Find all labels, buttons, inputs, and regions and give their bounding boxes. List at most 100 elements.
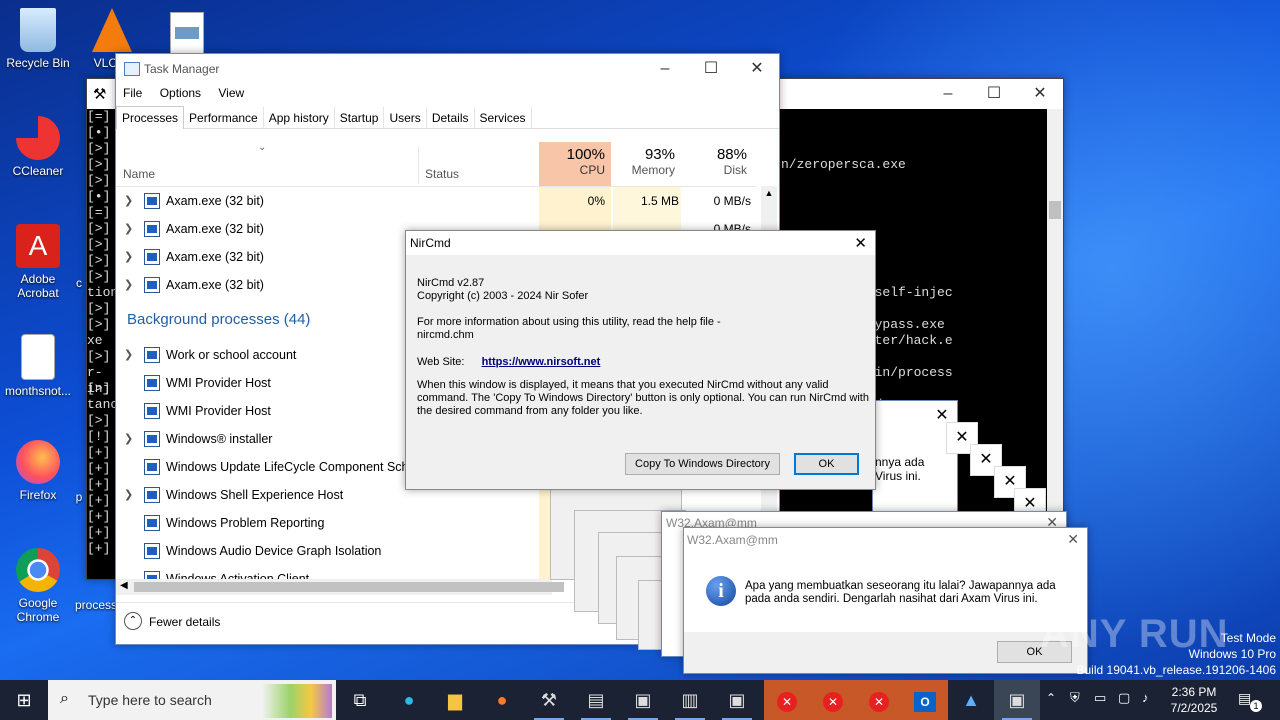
firefox-taskbar-icon[interactable]: ●	[479, 680, 525, 720]
desktop-icon-recycle-bin[interactable]: Recycle Bin	[0, 8, 76, 70]
tab-details[interactable]: Details	[427, 107, 475, 129]
hammer-taskbar-icon[interactable]: ⚒	[526, 680, 572, 720]
task-view-icon[interactable]: ⧉	[337, 680, 383, 720]
window-taskbar-icon[interactable]: ▣	[714, 680, 760, 720]
expand-chevron-icon[interactable]: ❯	[124, 243, 133, 271]
copy-to-windows-directory-button[interactable]: Copy To Windows Directory	[625, 453, 780, 475]
nircmd-taskbar-icon[interactable]: ▣	[994, 680, 1040, 720]
website-link[interactable]: https://www.nirsoft.net	[482, 356, 601, 368]
desktop-icon-google-chrome[interactable]: Google Chrome	[0, 548, 76, 624]
taskmgr-maximize-button[interactable]: ☐	[688, 54, 734, 84]
network-icon[interactable]: ▭	[1094, 690, 1106, 706]
close-icon[interactable]: ✕	[1067, 531, 1079, 548]
console-minimize-button[interactable]: –	[925, 79, 971, 109]
expand-chevron-icon[interactable]: ❯	[124, 425, 133, 453]
console-line: [!]	[87, 429, 111, 444]
console-scroll-thumb[interactable]	[1049, 201, 1061, 219]
expand-chevron-icon[interactable]: ❯	[124, 215, 133, 243]
notification-badge: 1	[1250, 700, 1262, 712]
column-name[interactable]: Name	[123, 167, 155, 181]
horizontal-scroll-thumb[interactable]	[134, 582, 564, 592]
console-maximize-button[interactable]: ☐	[971, 79, 1017, 109]
expand-chevron-icon[interactable]: ❯	[124, 481, 133, 509]
chevron-up-circle-icon[interactable]: ⌃	[124, 612, 142, 630]
column-status[interactable]: Status	[425, 167, 459, 181]
tab-processes[interactable]: Processes	[116, 106, 185, 129]
nircmd-dialog[interactable]: NirCmd ✕ NirCmd v2.87 Copyright (c) 2003…	[405, 230, 876, 490]
console-line: [>]	[87, 381, 111, 396]
console-line: [+]	[87, 493, 111, 508]
horizontal-scrollbar[interactable]: ◀	[116, 579, 564, 595]
sort-chevron-down-icon[interactable]: ⌄	[258, 142, 266, 153]
message-box-stack: nnya ada Virus ini. ✕	[872, 400, 958, 512]
cpu-cell: 0%	[587, 194, 605, 208]
menu-view[interactable]: View	[218, 86, 244, 100]
tab-startup[interactable]: Startup	[335, 107, 385, 129]
file-explorer-icon[interactable]: ▆	[432, 680, 478, 720]
desktop-icon-ccleaner[interactable]: CCleaner	[0, 116, 76, 178]
console-line: [>]	[87, 269, 111, 284]
app-window-icon	[144, 193, 160, 209]
edge-icon[interactable]: ●	[386, 680, 432, 720]
taskbar-search[interactable]: ⌕ Type here to search	[48, 680, 336, 720]
tab-services[interactable]: Services	[475, 107, 532, 129]
desktop-icon-monthsnot[interactable]: monthsnot...	[0, 334, 76, 398]
console-scrollbar[interactable]	[1047, 109, 1063, 579]
clock-date: 7/2/2025	[1170, 701, 1218, 715]
process-row[interactable]: Windows Audio Device Graph Isolation	[116, 537, 536, 565]
search-icon: ⌕	[60, 690, 69, 707]
anyrun-taskbar-icon[interactable]: ▲	[948, 680, 994, 720]
error-taskbar-icon[interactable]: ✕	[764, 680, 810, 720]
process-row[interactable]: Windows Problem Reporting	[116, 509, 536, 537]
taskmgr-close-button[interactable]: ✕	[734, 54, 780, 84]
search-input[interactable]: Type here to search	[88, 692, 212, 708]
console-line: [•]	[87, 189, 111, 204]
fewer-details-link[interactable]: Fewer details	[149, 615, 220, 629]
outlook-taskbar-icon[interactable]: O	[902, 680, 948, 720]
column-disk[interactable]: 88% Disk	[683, 142, 753, 186]
chevron-up-icon[interactable]: ⌃	[1046, 691, 1056, 705]
column-cpu[interactable]: 100% CPU	[539, 142, 611, 186]
scroll-up-icon[interactable]: ▲	[761, 188, 777, 198]
virus-dialog[interactable]: W32.Axam@mm ✕ i Apa yang membuatkan sese…	[683, 527, 1088, 674]
clock[interactable]: 2:36 PM 7/2/2025	[1166, 684, 1222, 716]
console-line: [+]	[87, 541, 111, 556]
expand-chevron-icon[interactable]: ❯	[124, 271, 133, 299]
task-manager-taskbar-icon[interactable]: ▥	[667, 680, 713, 720]
console-taskbar-icon[interactable]: ▤	[573, 680, 619, 720]
menu-options[interactable]: Options	[160, 86, 201, 100]
taskmgr-minimize-button[interactable]: –	[642, 54, 688, 84]
scroll-left-icon[interactable]: ◀	[120, 580, 128, 591]
console-output-line: n/zeropersca.exe	[781, 157, 906, 172]
expand-chevron-icon[interactable]: ❯	[124, 187, 133, 215]
process-icon	[144, 543, 160, 559]
window-taskbar-icon[interactable]: ▣	[620, 680, 666, 720]
error-taskbar-icon[interactable]: ✕	[856, 680, 902, 720]
column-memory[interactable]: 93% Memory	[613, 142, 681, 186]
nircmd-ok-button[interactable]: OK	[794, 453, 859, 475]
process-row[interactable]: ❯ Axam.exe (32 bit)	[116, 187, 536, 215]
security-icon[interactable]: ⛨	[1070, 690, 1080, 706]
expand-chevron-icon[interactable]: ❯	[124, 341, 133, 369]
console-close-button[interactable]: ✕	[1017, 79, 1063, 109]
menu-file[interactable]: File	[123, 86, 142, 100]
console-line: [•]	[87, 125, 111, 140]
error-taskbar-icon[interactable]: ✕	[810, 680, 856, 720]
website-label: Web Site:	[417, 356, 465, 368]
volume-icon[interactable]: ♪	[1142, 690, 1149, 705]
desktop-file-icon[interactable]	[170, 12, 204, 54]
partial-message-text: nnya ada	[875, 455, 925, 469]
tab-users[interactable]: Users	[384, 107, 427, 129]
start-windows-icon[interactable]: ⊞	[0, 680, 48, 720]
nircmd-close-icon[interactable]: ✕	[854, 234, 867, 252]
taskmgr-menubar: File Options View	[123, 86, 258, 100]
test-mode-text: Test Mode Windows 10 Pro Build 19041.vb_…	[1077, 630, 1277, 678]
process-row[interactable]: Windows Activation Client	[116, 565, 536, 579]
tab-app-history[interactable]: App history	[264, 107, 335, 129]
nircmd-description: When this window is displayed, it means …	[417, 379, 829, 391]
display-icon[interactable]: ▢	[1118, 690, 1130, 706]
console-line: [=]	[87, 109, 111, 124]
console-line: [+]	[87, 461, 111, 476]
taskmgr-title: Task Manager	[144, 62, 220, 76]
tab-performance[interactable]: Performance	[184, 107, 264, 129]
